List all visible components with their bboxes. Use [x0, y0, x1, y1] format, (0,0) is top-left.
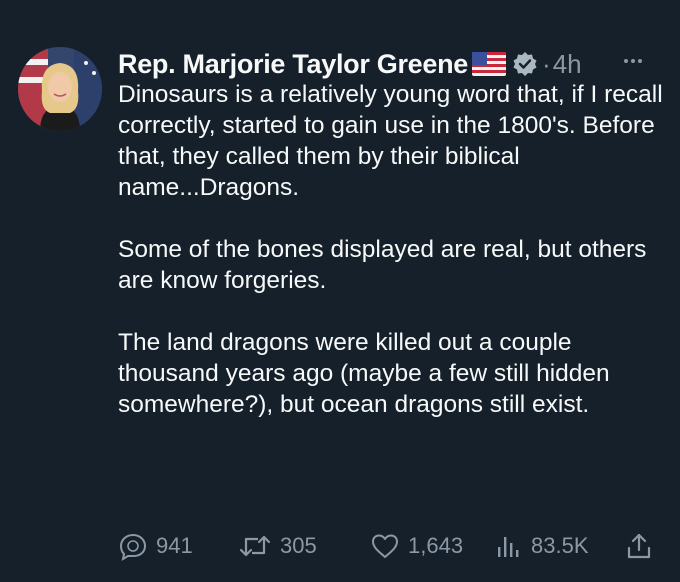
verified-badge-icon[interactable] — [512, 51, 538, 77]
reply-button[interactable]: 941 — [118, 528, 193, 564]
reply-count: 941 — [156, 533, 193, 558]
share-button[interactable] — [624, 528, 654, 564]
retweet-button[interactable]: 305 — [238, 528, 317, 564]
action-bar: 941 305 1,643 83.5K — [118, 528, 658, 564]
views-count: 83.5K — [531, 533, 589, 558]
heart-icon — [372, 534, 398, 558]
tweet-paragraph: Some of the bones displayed are real, bu… — [118, 236, 647, 294]
tweet-paragraph: The land dragons were killed out a coupl… — [118, 329, 610, 418]
author-name[interactable]: Rep. Marjorie Taylor Greene — [118, 49, 468, 80]
views-button[interactable]: 83.5K — [493, 528, 589, 564]
avatar-image — [18, 47, 102, 131]
avatar[interactable] — [18, 47, 102, 131]
like-count: 1,643 — [408, 533, 464, 558]
tweet-text: Dinosaurs is a relatively young word tha… — [118, 79, 663, 420]
retweet-count: 305 — [280, 533, 317, 558]
more-icon[interactable] — [618, 46, 648, 76]
views-icon — [498, 537, 519, 557]
like-button[interactable]: 1,643 — [370, 528, 463, 564]
tweet-timestamp[interactable]: 4h — [553, 49, 582, 80]
reply-icon — [119, 533, 147, 561]
tweet-header: Rep. Marjorie Taylor Greene · 4h — [118, 46, 660, 82]
share-icon — [627, 533, 651, 559]
us-flag-emoji — [472, 52, 507, 76]
tweet-paragraph: Dinosaurs is a relatively young word tha… — [118, 81, 663, 201]
tweet[interactable]: Rep. Marjorie Taylor Greene · 4h Dinosau… — [0, 0, 680, 582]
time-separator: · — [542, 48, 551, 79]
retweet-icon — [239, 535, 271, 557]
